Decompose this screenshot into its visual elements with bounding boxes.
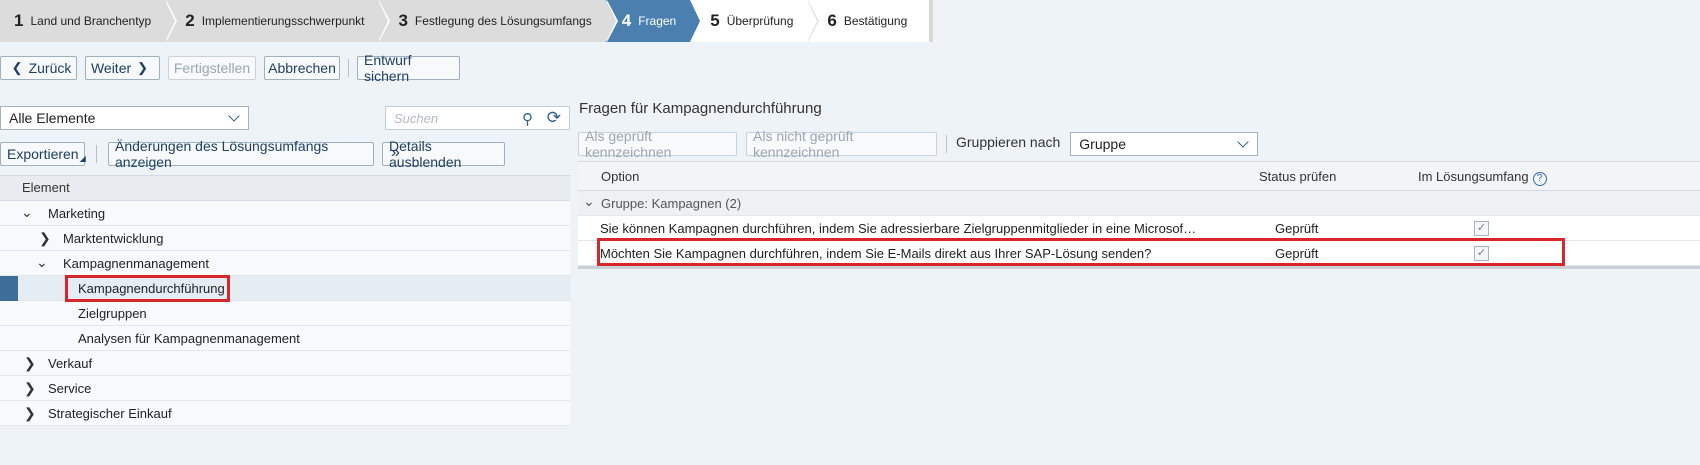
- step-number: 5: [710, 11, 720, 30]
- tree-row-strategischer-einkauf[interactable]: ❯ Strategischer Einkauf: [0, 401, 570, 426]
- tree-label: Marketing: [48, 206, 106, 221]
- filter-value: Alle Elemente: [9, 110, 96, 126]
- back-button[interactable]: ❮ Zurück: [0, 56, 77, 80]
- tree-row-verkauf[interactable]: ❯ Verkauf: [0, 351, 570, 376]
- wizard-step-1[interactable]: 1 Land und Branchentyp: [0, 0, 178, 42]
- status-value: Geprüft: [1275, 221, 1319, 236]
- tree-label: Service: [48, 381, 92, 396]
- back-label: Zurück: [28, 60, 72, 76]
- show-changes-button[interactable]: Änderungen des Lösungsumfangs anzeigen: [108, 138, 374, 170]
- group-by-select[interactable]: Gruppe: [1070, 132, 1259, 156]
- export-button[interactable]: Exportieren ◢: [0, 142, 86, 166]
- group-by-label: Gruppieren nach: [956, 134, 1061, 150]
- step-number: 6: [827, 11, 837, 30]
- wizard-step-5[interactable]: 5 Überprüfung: [690, 0, 820, 42]
- next-label: Weiter: [90, 60, 132, 76]
- hide-details-label: Details ausblenden: [389, 138, 462, 170]
- step-label: Festlegung des Lösungsumfangs: [414, 14, 592, 28]
- step-label: Überprüfung: [726, 14, 794, 28]
- chevron-down-icon: [1237, 136, 1249, 148]
- toolbar-separator: [96, 145, 97, 163]
- chevron-right-icon[interactable]: ❯: [24, 405, 36, 422]
- element-toolbar: Exportieren ◢ Änderungen des Lösungsumfan…: [0, 138, 505, 170]
- status-column-label: Status prüfen: [1259, 169, 1337, 184]
- tree-label: Analysen für Kampagnenmanagement: [78, 331, 300, 346]
- question-text: Sie können Kampagnen durchführen, indem …: [600, 221, 1197, 236]
- main-toolbar: ❮ Zurück Weiter ❯ Fertigstellen Abbrechen …: [0, 52, 460, 84]
- chevron-right-icon[interactable]: ❯: [24, 380, 36, 397]
- finish-button[interactable]: Fertigstellen: [168, 56, 256, 80]
- search-icon[interactable]: ⚲: [522, 110, 533, 128]
- step-number: 2: [185, 11, 195, 30]
- next-button[interactable]: Weiter ❯: [85, 56, 160, 80]
- mark-unchecked-button[interactable]: Als nicht geprüft kennzeichnen: [746, 128, 937, 160]
- chevron-down-icon[interactable]: ⌄: [36, 254, 48, 271]
- cancel-button[interactable]: Abbrechen: [264, 56, 340, 80]
- questions-grid-header: Option Status prüfen Im Lösungsumfang?: [578, 161, 1700, 191]
- scope-column-label: Im Lösungsumfang?: [1418, 169, 1547, 186]
- hide-details-icon: »: [391, 144, 400, 161]
- toolbar-separator: [348, 59, 349, 77]
- search-input[interactable]: Suchen ⚲ ⟳: [385, 106, 570, 130]
- wizard-step-3[interactable]: 3 Festlegung des Lösungsumfangs: [378, 0, 618, 42]
- wizard-steps: 1 Land und Branchentyp 2 Implementierungss…: [0, 0, 934, 42]
- highlight-box: [597, 238, 1565, 266]
- questions-toolbar: Als geprüft kennzeichnen Als nicht geprü…: [578, 128, 1259, 160]
- tree-row-marketing[interactable]: ⌄ Marketing: [0, 201, 570, 226]
- tree-label: Strategischer Einkauf: [48, 406, 172, 421]
- chevron-right-icon: ❯: [137, 60, 149, 75]
- panel-title: Fragen für Kampagnendurchführung: [579, 100, 822, 117]
- selection-indicator: [0, 276, 18, 301]
- refresh-icon[interactable]: ⟳: [547, 108, 561, 128]
- grid-bottom-border: [578, 266, 1700, 269]
- element-panel: Alle Elemente Suchen ⚲ ⟳ Exportieren ◢ Än…: [0, 100, 570, 465]
- option-column-label: Option: [601, 169, 640, 184]
- chevron-right-icon[interactable]: ❯: [24, 355, 36, 372]
- save-draft-button[interactable]: Entwurf sichern: [357, 52, 460, 84]
- tree-label: Marktentwicklung: [63, 231, 164, 246]
- toolbar-separator: [946, 135, 947, 153]
- tree-label: Kampagnenmanagement: [63, 256, 209, 271]
- scope-column-text: Im Lösungsumfang: [1418, 169, 1529, 184]
- menu-corner-icon: ◢: [79, 153, 86, 163]
- step-label: Fragen: [638, 14, 677, 28]
- step-number: 3: [398, 11, 408, 30]
- tree-label: Zielgruppen: [78, 306, 147, 321]
- step-number: 4: [621, 11, 632, 30]
- chevron-down-icon[interactable]: ⌄: [583, 193, 595, 210]
- step-label: Land und Branchentyp: [30, 14, 152, 28]
- in-scope-checkbox[interactable]: ✓: [1474, 221, 1489, 236]
- tree-column-header: Element: [0, 175, 570, 201]
- step-label: Implementierungsschwerpunkt: [201, 14, 365, 28]
- export-label: Exportieren: [7, 146, 79, 162]
- hide-details-button[interactable]: » Details ausblenden: [382, 138, 505, 170]
- group-row[interactable]: ⌄ Gruppe: Kampagnen (2): [578, 191, 1700, 216]
- highlight-box: [65, 275, 230, 302]
- chevron-down-icon: [228, 110, 240, 122]
- wizard-step-6[interactable]: 6 Bestätigung: [807, 0, 934, 42]
- chevron-left-icon: ❮: [11, 60, 23, 75]
- chevron-right-icon[interactable]: ❯: [39, 230, 51, 247]
- step-label: Bestätigung: [843, 14, 908, 28]
- tree-row-zielgruppen[interactable]: Zielgruppen: [0, 301, 570, 326]
- filter-select[interactable]: Alle Elemente: [0, 106, 249, 130]
- questions-panel: Fragen für Kampagnendurchführung Als gep…: [578, 100, 1700, 465]
- tree-row-service[interactable]: ❯ Service: [0, 376, 570, 401]
- tree-row-marktentwicklung[interactable]: ❯ Marktentwicklung: [0, 226, 570, 251]
- wizard-step-2[interactable]: 2 Implementierungsschwerpunkt: [165, 0, 391, 42]
- search-placeholder: Suchen: [394, 111, 439, 126]
- group-label: Gruppe: Kampagnen (2): [601, 196, 742, 211]
- tree-row-kampagnenmanagement[interactable]: ⌄ Kampagnenmanagement: [0, 251, 570, 276]
- tree-label: Verkauf: [48, 356, 93, 371]
- step-number: 1: [14, 11, 24, 30]
- chevron-down-icon[interactable]: ⌄: [21, 204, 33, 221]
- element-tree: ⌄ Marketing ❯ Marktentwicklung ⌄ Kampagnenm…: [0, 201, 570, 426]
- help-icon[interactable]: ?: [1532, 172, 1547, 186]
- element-column-label: Element: [22, 180, 70, 195]
- group-by-value: Gruppe: [1079, 136, 1126, 152]
- wizard-step-4[interactable]: 4 Fragen: [605, 0, 702, 42]
- tree-row-analysen[interactable]: Analysen für Kampagnenmanagement: [0, 326, 570, 351]
- mark-checked-button[interactable]: Als geprüft kennzeichnen: [578, 128, 737, 160]
